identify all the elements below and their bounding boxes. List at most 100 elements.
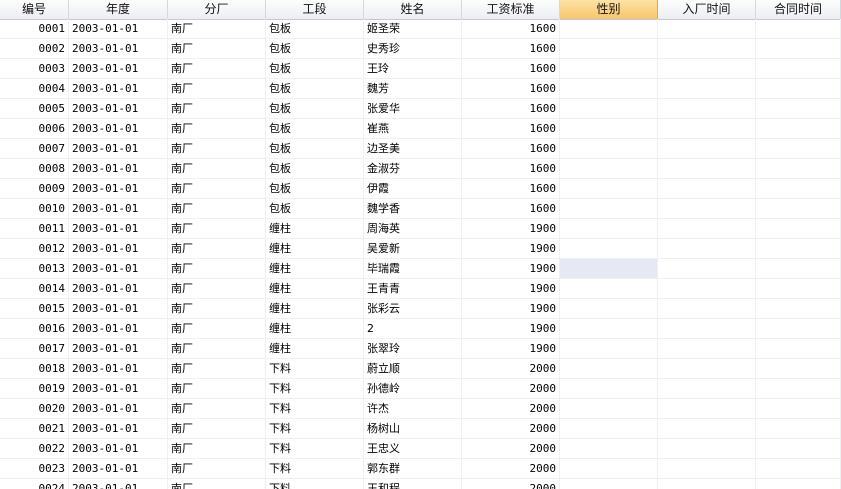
cell-contract-date[interactable] bbox=[756, 419, 841, 439]
cell-join-date[interactable] bbox=[658, 179, 756, 199]
cell-contract-date[interactable] bbox=[756, 239, 841, 259]
cell-section[interactable]: 包板 bbox=[266, 59, 364, 79]
cell-id[interactable]: 0021 bbox=[0, 419, 69, 439]
cell-id[interactable]: 0005 bbox=[0, 99, 69, 119]
cell-year[interactable]: 2003-01-01 bbox=[69, 479, 168, 489]
cell-name[interactable]: 金淑芬 bbox=[364, 159, 462, 179]
cell-join-date[interactable] bbox=[658, 19, 756, 39]
cell-year[interactable]: 2003-01-01 bbox=[69, 239, 168, 259]
column-header-join-date[interactable]: 入厂时间 bbox=[658, 0, 756, 19]
cell-wage[interactable]: 2000 bbox=[462, 439, 560, 459]
cell-wage[interactable]: 1900 bbox=[462, 219, 560, 239]
cell-branch[interactable]: 南厂 bbox=[168, 279, 266, 299]
cell-contract-date[interactable] bbox=[756, 199, 841, 219]
table-row[interactable]: 0023 2003-01-01 南厂 下料 郭东群 2000 bbox=[0, 459, 841, 479]
cell-join-date[interactable] bbox=[658, 439, 756, 459]
cell-section[interactable]: 包板 bbox=[266, 39, 364, 59]
cell-year[interactable]: 2003-01-01 bbox=[69, 279, 168, 299]
cell-contract-date[interactable] bbox=[756, 439, 841, 459]
cell-name[interactable]: 杨树山 bbox=[364, 419, 462, 439]
cell-gender[interactable] bbox=[560, 359, 658, 379]
cell-year[interactable]: 2003-01-01 bbox=[69, 139, 168, 159]
cell-join-date[interactable] bbox=[658, 419, 756, 439]
cell-name[interactable]: 魏学香 bbox=[364, 199, 462, 219]
cell-name[interactable]: 2 bbox=[364, 319, 462, 339]
cell-name[interactable]: 周海英 bbox=[364, 219, 462, 239]
cell-id[interactable]: 0018 bbox=[0, 359, 69, 379]
cell-section[interactable]: 缠柱 bbox=[266, 299, 364, 319]
cell-gender[interactable] bbox=[560, 179, 658, 199]
cell-gender[interactable] bbox=[560, 479, 658, 489]
cell-join-date[interactable] bbox=[658, 39, 756, 59]
cell-section[interactable]: 包板 bbox=[266, 179, 364, 199]
cell-contract-date[interactable] bbox=[756, 219, 841, 239]
cell-year[interactable]: 2003-01-01 bbox=[69, 219, 168, 239]
column-header-gender[interactable]: 性别 bbox=[560, 0, 658, 19]
cell-section[interactable]: 缠柱 bbox=[266, 279, 364, 299]
cell-join-date[interactable] bbox=[658, 339, 756, 359]
cell-section[interactable]: 缠柱 bbox=[266, 319, 364, 339]
cell-branch[interactable]: 南厂 bbox=[168, 439, 266, 459]
cell-contract-date[interactable] bbox=[756, 259, 841, 279]
cell-join-date[interactable] bbox=[658, 219, 756, 239]
cell-gender[interactable] bbox=[560, 439, 658, 459]
cell-id[interactable]: 0020 bbox=[0, 399, 69, 419]
cell-id[interactable]: 0004 bbox=[0, 79, 69, 99]
column-header-id[interactable]: 编号 bbox=[0, 0, 69, 19]
cell-branch[interactable]: 南厂 bbox=[168, 219, 266, 239]
cell-join-date[interactable] bbox=[658, 99, 756, 119]
cell-year[interactable]: 2003-01-01 bbox=[69, 59, 168, 79]
cell-id[interactable]: 0001 bbox=[0, 19, 69, 39]
cell-id[interactable]: 0016 bbox=[0, 319, 69, 339]
cell-branch[interactable]: 南厂 bbox=[168, 99, 266, 119]
cell-id[interactable]: 0019 bbox=[0, 379, 69, 399]
cell-wage[interactable]: 1600 bbox=[462, 79, 560, 99]
cell-section[interactable]: 下料 bbox=[266, 399, 364, 419]
cell-gender[interactable] bbox=[560, 339, 658, 359]
table-row[interactable]: 0016 2003-01-01 南厂 缠柱 2 1900 bbox=[0, 319, 841, 339]
table-row[interactable]: 0005 2003-01-01 南厂 包板 张爱华 1600 bbox=[0, 99, 841, 119]
cell-year[interactable]: 2003-01-01 bbox=[69, 319, 168, 339]
cell-branch[interactable]: 南厂 bbox=[168, 79, 266, 99]
cell-branch[interactable]: 南厂 bbox=[168, 259, 266, 279]
cell-wage[interactable]: 1600 bbox=[462, 99, 560, 119]
cell-id[interactable]: 0006 bbox=[0, 119, 69, 139]
cell-year[interactable]: 2003-01-01 bbox=[69, 119, 168, 139]
cell-contract-date[interactable] bbox=[756, 99, 841, 119]
cell-id[interactable]: 0010 bbox=[0, 199, 69, 219]
cell-join-date[interactable] bbox=[658, 119, 756, 139]
cell-contract-date[interactable] bbox=[756, 139, 841, 159]
cell-name[interactable]: 王玲 bbox=[364, 59, 462, 79]
cell-gender[interactable] bbox=[560, 199, 658, 219]
cell-id[interactable]: 0003 bbox=[0, 59, 69, 79]
cell-wage[interactable]: 2000 bbox=[462, 359, 560, 379]
cell-name[interactable]: 吴爱新 bbox=[364, 239, 462, 259]
table-row[interactable]: 0006 2003-01-01 南厂 包板 崔燕 1600 bbox=[0, 119, 841, 139]
cell-gender[interactable] bbox=[560, 219, 658, 239]
cell-year[interactable]: 2003-01-01 bbox=[69, 19, 168, 39]
cell-join-date[interactable] bbox=[658, 79, 756, 99]
cell-section[interactable]: 包板 bbox=[266, 139, 364, 159]
cell-contract-date[interactable] bbox=[756, 59, 841, 79]
cell-join-date[interactable] bbox=[658, 139, 756, 159]
cell-branch[interactable]: 南厂 bbox=[168, 359, 266, 379]
cell-wage[interactable]: 1600 bbox=[462, 179, 560, 199]
cell-gender[interactable] bbox=[560, 119, 658, 139]
cell-year[interactable]: 2003-01-01 bbox=[69, 339, 168, 359]
cell-id[interactable]: 0012 bbox=[0, 239, 69, 259]
cell-branch[interactable]: 南厂 bbox=[168, 179, 266, 199]
cell-branch[interactable]: 南厂 bbox=[168, 119, 266, 139]
cell-year[interactable]: 2003-01-01 bbox=[69, 299, 168, 319]
cell-name[interactable]: 崔燕 bbox=[364, 119, 462, 139]
cell-gender[interactable] bbox=[560, 279, 658, 299]
cell-branch[interactable]: 南厂 bbox=[168, 139, 266, 159]
cell-contract-date[interactable] bbox=[756, 79, 841, 99]
cell-join-date[interactable] bbox=[658, 199, 756, 219]
cell-contract-date[interactable] bbox=[756, 479, 841, 489]
cell-name[interactable]: 毕瑞霞 bbox=[364, 259, 462, 279]
cell-contract-date[interactable] bbox=[756, 19, 841, 39]
table-row[interactable]: 0018 2003-01-01 南厂 下料 蔚立顺 2000 bbox=[0, 359, 841, 379]
cell-contract-date[interactable] bbox=[756, 279, 841, 299]
cell-year[interactable]: 2003-01-01 bbox=[69, 459, 168, 479]
cell-name[interactable]: 孙德岭 bbox=[364, 379, 462, 399]
